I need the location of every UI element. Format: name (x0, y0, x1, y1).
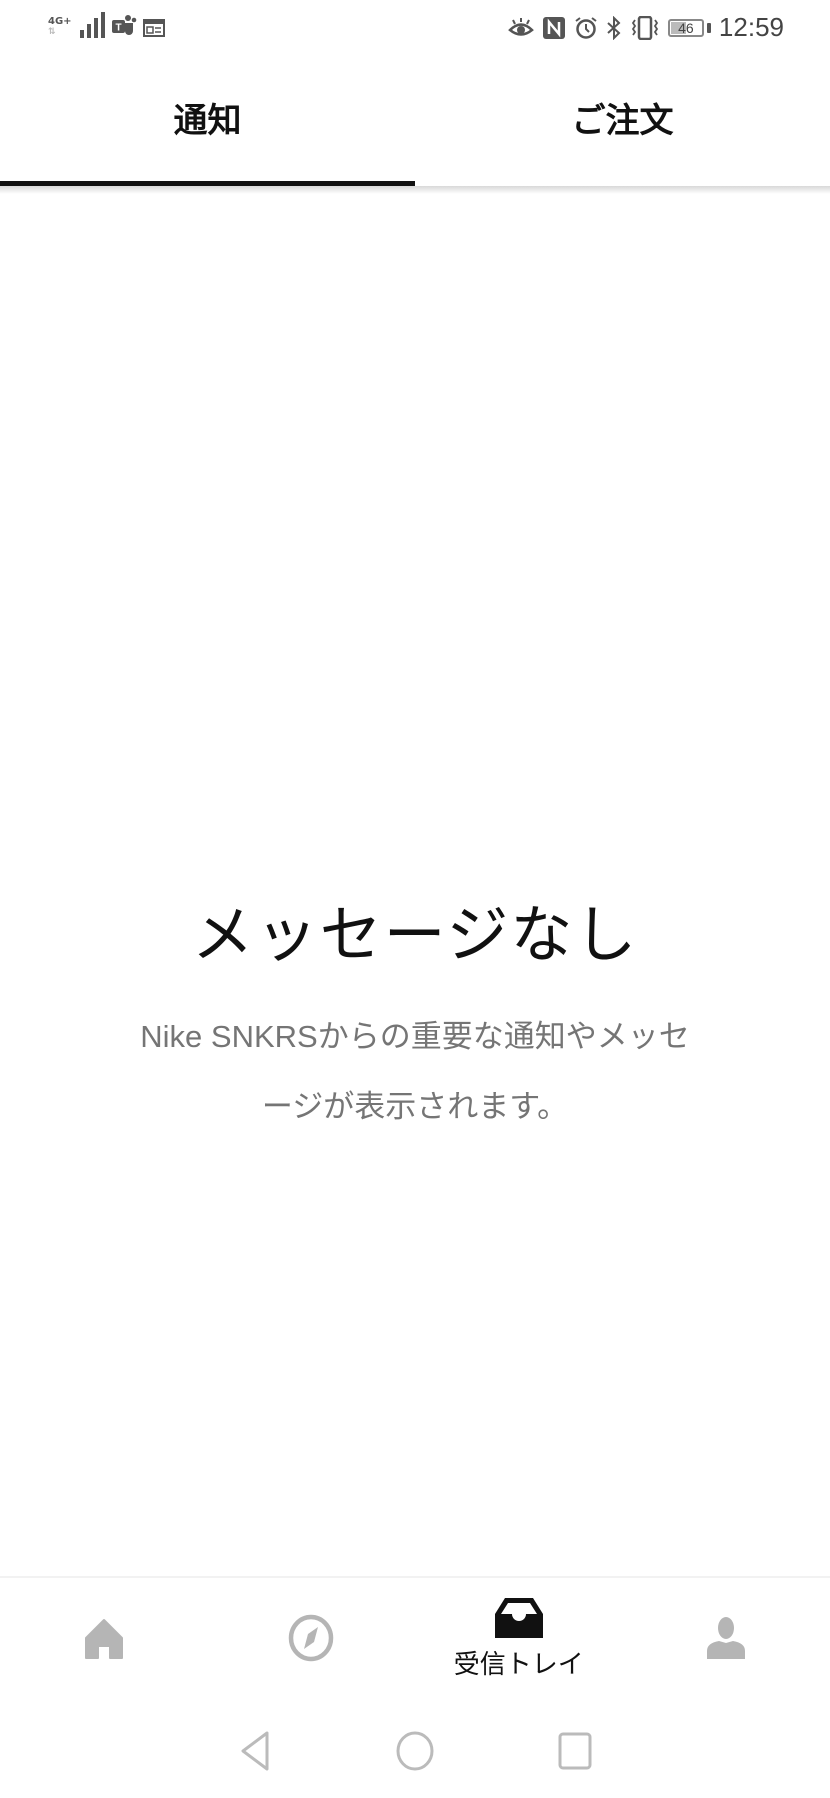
alarm-icon (575, 16, 597, 39)
nav-item-inbox-label: 受信トレイ (453, 1649, 584, 1680)
network-indicator: 4G+ ⇅ (48, 16, 72, 38)
recents-button[interactable] (545, 1721, 605, 1781)
back-icon (241, 1731, 269, 1771)
compass-icon (289, 1614, 334, 1662)
empty-state-description: Nike SNKRSからの重要な通知やメッセージが表示されます。 (140, 1019, 690, 1124)
signal-strength-icon (79, 12, 105, 38)
status-bar-left: 4G+ ⇅ T (48, 12, 165, 38)
profile-icon (707, 1617, 746, 1659)
nav-item-home[interactable] (0, 1578, 208, 1698)
home-icon (84, 1619, 123, 1659)
nav-item-discover[interactable] (208, 1578, 416, 1698)
tab-bar: 通知 ご注文 (0, 58, 830, 186)
teams-icon: T (111, 15, 136, 35)
clock: 12:59 (718, 12, 784, 42)
battery-tip (706, 22, 711, 33)
vibrate-icon (631, 15, 659, 40)
bluetooth-icon (607, 15, 621, 40)
empty-state: メッセージなし Nike SNKRSからの重要な通知やメッセージが表示されます。 (0, 890, 830, 1142)
home-system-button[interactable] (385, 1721, 445, 1781)
tab-notifications-label: 通知 (173, 100, 242, 141)
system-navigation-bar (0, 1716, 830, 1786)
nfc-icon (542, 16, 565, 39)
circle-home-icon (396, 1731, 434, 1771)
battery-level: 46 (678, 19, 694, 36)
tab-orders-label: ご注文 (571, 100, 674, 141)
status-bar-right: 46 12:59 (508, 12, 784, 43)
back-button[interactable] (225, 1721, 285, 1781)
tab-orders[interactable]: ご注文 (415, 58, 830, 186)
eye-comfort-icon (508, 17, 534, 36)
inbox-icon (494, 1597, 543, 1638)
news-icon (142, 19, 165, 37)
nav-item-profile[interactable] (623, 1578, 830, 1698)
nav-item-inbox[interactable]: 受信トレイ (415, 1578, 623, 1698)
tab-notifications[interactable]: 通知 (0, 58, 415, 186)
empty-state-title: メッセージなし (191, 898, 639, 971)
network-type: 4G+ (48, 16, 72, 27)
data-arrows-icon: ⇅ (48, 27, 56, 37)
status-bar: 4G+ ⇅ T 46 12:59 (0, 0, 830, 58)
tab-bar-divider (0, 186, 830, 194)
svg-text:T: T (115, 23, 121, 34)
square-recents-icon (558, 1732, 592, 1770)
battery-icon: 46 (667, 18, 704, 37)
bottom-navigation: 受信トレイ (0, 1576, 830, 1698)
